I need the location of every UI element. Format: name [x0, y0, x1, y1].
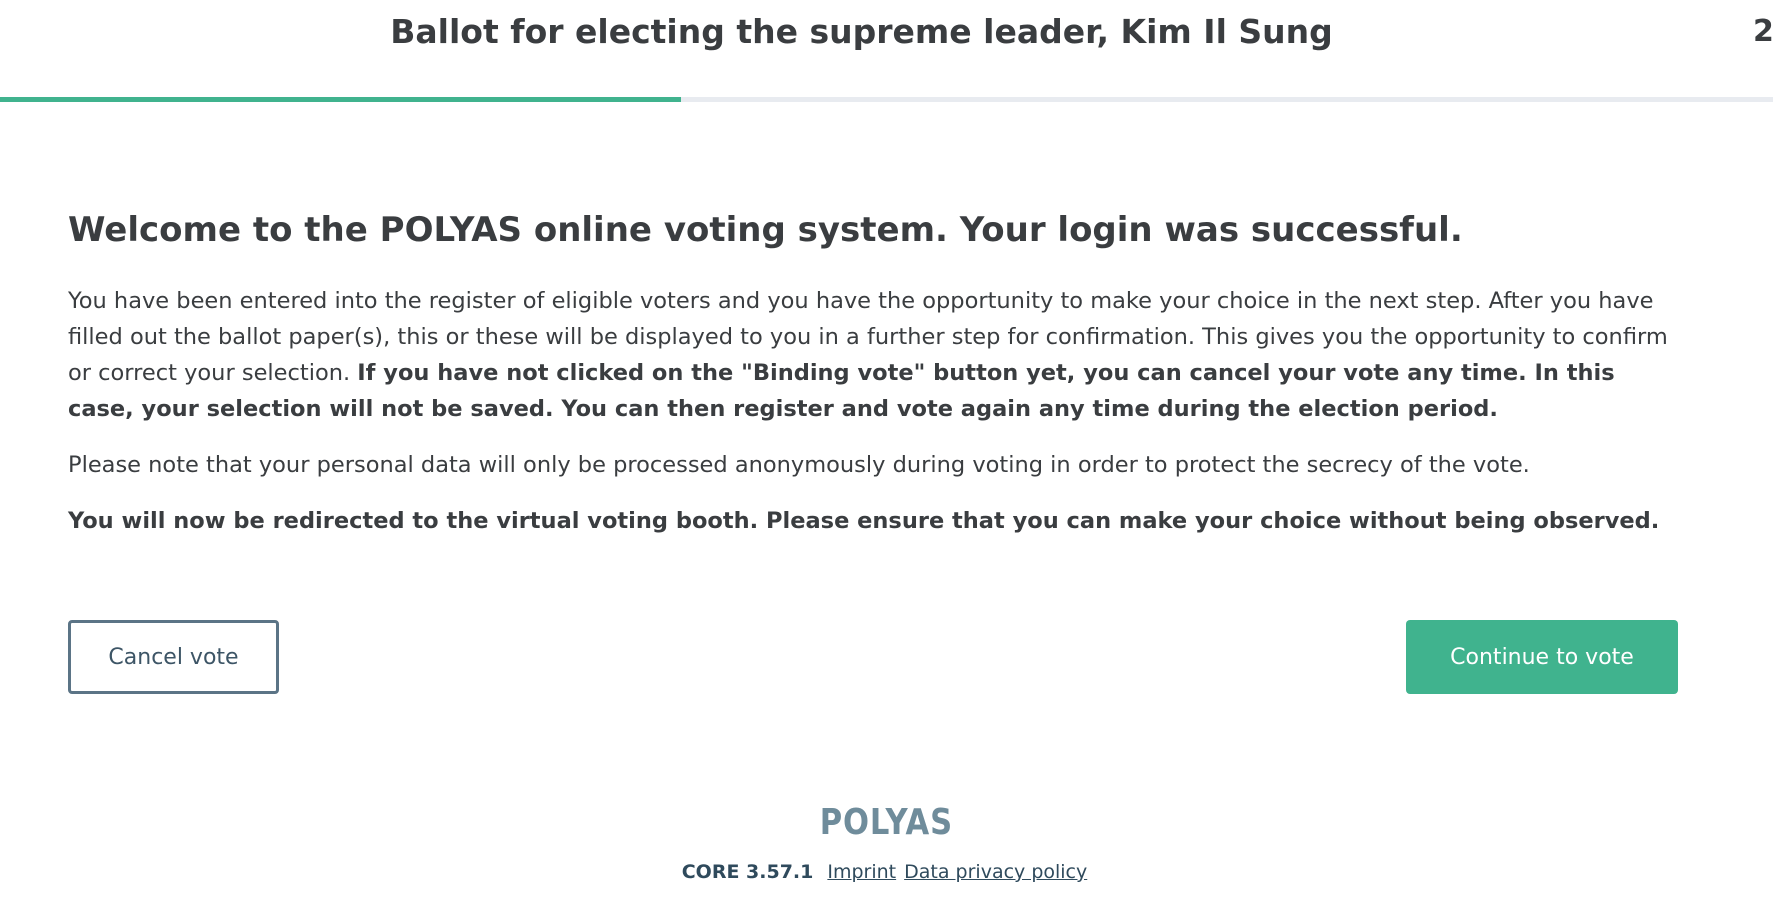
ballot-step-count: 2	[1753, 14, 1773, 49]
redirect-notice-text: You will now be redirected to the virtua…	[68, 508, 1660, 534]
ballot-title: Ballot for electing the supreme leader, …	[390, 12, 1333, 51]
privacy-policy-link[interactable]: Data privacy policy	[904, 861, 1087, 883]
imprint-link[interactable]: Imprint	[827, 861, 896, 883]
footer-links: CORE 3.57.1 Imprint Data privacy policy	[0, 858, 1773, 886]
privacy-note: Please note that your personal data will…	[68, 452, 1530, 478]
version-label: CORE 3.57.1	[681, 861, 814, 883]
page-header: Ballot for electing the supreme leader, …	[0, 0, 1773, 102]
continue-to-vote-button[interactable]: Continue to vote	[1406, 620, 1678, 694]
main-content: Welcome to the POLYAS online voting syst…	[68, 205, 1678, 559]
page-footer: POLYAS CORE 3.57.1 Imprint Data privacy po…	[0, 800, 1773, 886]
redirect-notice: You will now be redirected to the virtua…	[68, 503, 1678, 539]
progress-bar	[0, 97, 1773, 102]
polyas-logo: POLYAS	[819, 802, 954, 843]
welcome-heading: Welcome to the POLYAS online voting syst…	[68, 210, 1463, 250]
action-buttons: Cancel vote Continue to vote	[68, 620, 1678, 694]
progress-bar-fill	[0, 97, 681, 102]
intro-paragraph: You have been entered into the register …	[68, 283, 1678, 427]
cancel-vote-button[interactable]: Cancel vote	[68, 620, 279, 694]
